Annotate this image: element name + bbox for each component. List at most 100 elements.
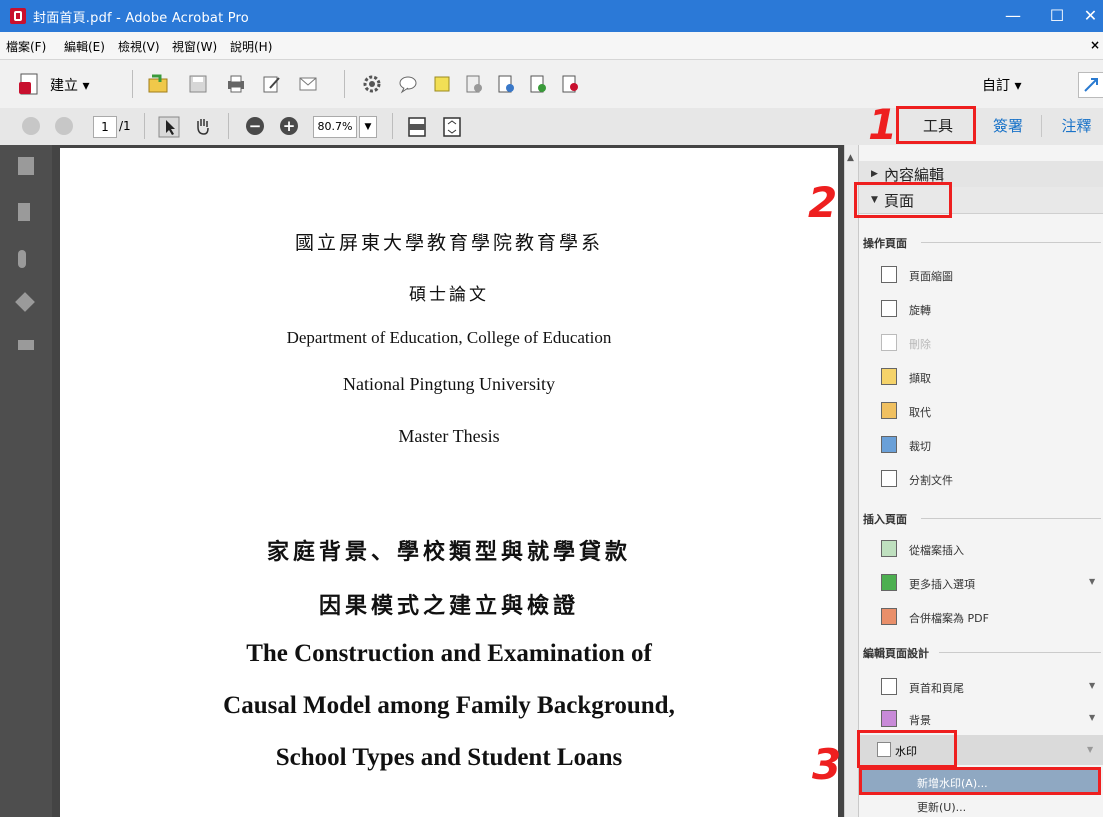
minimize-button[interactable]: — [990, 0, 1036, 32]
item-label: 擷取 [909, 372, 931, 385]
item-label: 裁切 [909, 440, 931, 453]
menu-edit[interactable]: 編輯(E) [64, 38, 105, 55]
item-label: 取代 [909, 406, 931, 419]
page-thumbnails-icon[interactable] [18, 157, 34, 175]
insert-file-icon [881, 540, 897, 557]
zoom-out-icon[interactable]: − [246, 117, 264, 135]
select-tool-icon[interactable] [158, 116, 180, 138]
close-button[interactable]: ✕ [1078, 0, 1103, 32]
customize-dropdown[interactable]: 自訂 ▾ [982, 75, 1021, 95]
header-footer-icon [881, 678, 897, 695]
zoom-dropdown-icon[interactable]: ▼ [359, 116, 377, 138]
zoom-in-icon[interactable]: + [280, 117, 298, 135]
document-scrollbar[interactable]: ▲ [844, 145, 859, 817]
title-bar: 封面首頁.pdf - Adobe Acrobat Pro — ☐ ✕ [0, 0, 1103, 32]
item-crop[interactable]: 裁切 [859, 433, 1103, 457]
full-screen-icon[interactable] [443, 117, 461, 137]
attach-file-icon[interactable] [496, 74, 516, 94]
menu-window[interactable]: 視窗(W) [172, 38, 217, 55]
item-replace[interactable]: 取代 [859, 399, 1103, 423]
menu-bar: 檔案(F) 編輯(E) 檢視(V) 視窗(W) 說明(H) × [0, 32, 1103, 60]
print-icon[interactable] [226, 74, 246, 94]
section-label: 編輯頁面設計 [863, 647, 929, 660]
previous-page-icon[interactable] [22, 117, 40, 135]
next-page-icon[interactable] [55, 117, 73, 135]
settings-gear-icon[interactable] [362, 74, 382, 94]
item-header-footer[interactable]: 頁首和頁尾 ▼ [859, 675, 1103, 699]
item-delete: 刪除 [859, 331, 1103, 355]
doc-title-en-3: School Types and Student Loans [275, 744, 623, 771]
tab-divider [1041, 115, 1042, 137]
stamp-icon[interactable] [464, 74, 484, 94]
sign-document-icon[interactable] [560, 74, 580, 94]
menu-file[interactable]: 檔案(F) [6, 38, 46, 55]
scroll-up-icon[interactable]: ▲ [847, 153, 854, 163]
doc-title-zh-2: 因果模式之建立與檢證 [318, 593, 579, 619]
pdf-page: 國立屏東大學教育學院教育學系 碩士論文 Department of Educat… [60, 148, 838, 817]
dropdown-arrow-icon[interactable]: ▼ [1089, 681, 1095, 690]
window-title: 封面首頁.pdf - Adobe Acrobat Pro [33, 11, 249, 26]
open-folder-icon[interactable] [148, 74, 168, 94]
annotation-number-2: 2 [808, 178, 838, 227]
annotation-highlight-pages [854, 182, 952, 218]
fit-page-icon[interactable] [408, 117, 426, 137]
dropdown-arrow-icon[interactable]: ▼ [1089, 577, 1095, 586]
email-icon[interactable] [298, 74, 318, 94]
highlight-icon[interactable] [432, 74, 452, 94]
item-label: 更多插入選項 [909, 578, 975, 591]
item-rotate[interactable]: 旋轉 [859, 297, 1103, 321]
item-label: 刪除 [909, 338, 931, 351]
item-insert-from-file[interactable]: 從檔案插入 [859, 537, 1103, 561]
menu-view[interactable]: 檢視(V) [118, 38, 160, 55]
maximize-button[interactable]: ☐ [1034, 0, 1080, 32]
save-icon[interactable] [188, 74, 208, 94]
item-more-insert-options[interactable]: 更多插入選項 ▼ [859, 571, 1103, 595]
doc-line-department: Department of Education, College of Educ… [286, 328, 612, 347]
item-label: 背景 [909, 714, 931, 727]
item-label: 頁面縮圖 [909, 270, 953, 283]
item-page-thumbnails[interactable]: 頁面縮圖 [859, 263, 1103, 287]
create-pdf-icon [19, 73, 38, 95]
page-thumbnail-icon [881, 266, 897, 283]
document-close-button[interactable]: × [1090, 38, 1100, 52]
page-number-input[interactable]: 1 [93, 116, 117, 138]
collapsed-arrow-icon: ▶ [871, 169, 878, 179]
layers-icon[interactable] [15, 292, 35, 312]
doc-line-university-en: National Pingtung University [343, 374, 555, 394]
delete-page-icon [881, 334, 897, 351]
dropdown-arrow-icon[interactable]: ▼ [1089, 713, 1095, 722]
export-file-icon[interactable] [528, 74, 548, 94]
rotate-icon [881, 300, 897, 317]
expand-icon[interactable] [1078, 72, 1103, 98]
item-label: 從檔案插入 [909, 544, 964, 557]
menu-add-watermark[interactable]: 新增水印(A)... [859, 767, 1101, 795]
annotation-number-1: 1 [868, 100, 898, 149]
bookmarks-icon[interactable] [18, 203, 30, 221]
signatures-icon[interactable] [18, 340, 34, 350]
tab-comment[interactable]: 注釋 [1050, 110, 1103, 142]
create-label: 建立 ▾ [50, 78, 90, 94]
doc-title-zh-1: 家庭背景、學校類型與就學貸款 [266, 539, 631, 565]
section-label: 插入頁面 [863, 513, 907, 526]
item-background[interactable]: 背景 ▼ [859, 707, 1103, 731]
section-label: 操作頁面 [863, 237, 907, 250]
menu-item-label: 新增水印(A)... [917, 777, 988, 790]
doc-title-en-2: Causal Model among Family Background, [223, 692, 675, 719]
hand-tool-icon[interactable] [193, 116, 213, 136]
zoom-level-input[interactable]: 80.7% [313, 116, 357, 138]
comment-bubble-icon[interactable] [398, 74, 418, 94]
toolbar-divider [144, 113, 145, 139]
tab-sign[interactable]: 簽署 [985, 110, 1031, 142]
dropdown-arrow-icon[interactable]: ▼ [1087, 745, 1093, 754]
extract-icon [881, 368, 897, 385]
menu-item-label: 更新(U)... [917, 801, 967, 814]
replace-icon [881, 402, 897, 419]
item-combine-files[interactable]: 合併檔案為 PDF [859, 605, 1103, 629]
edit-document-icon[interactable] [262, 74, 282, 94]
menu-update-watermark[interactable]: 更新(U)... [859, 797, 1103, 817]
item-extract[interactable]: 擷取 [859, 365, 1103, 389]
menu-help[interactable]: 說明(H) [230, 38, 272, 55]
more-insert-icon [881, 574, 897, 591]
attachments-icon[interactable] [18, 250, 26, 268]
item-split-document[interactable]: 分割文件 [859, 467, 1103, 491]
